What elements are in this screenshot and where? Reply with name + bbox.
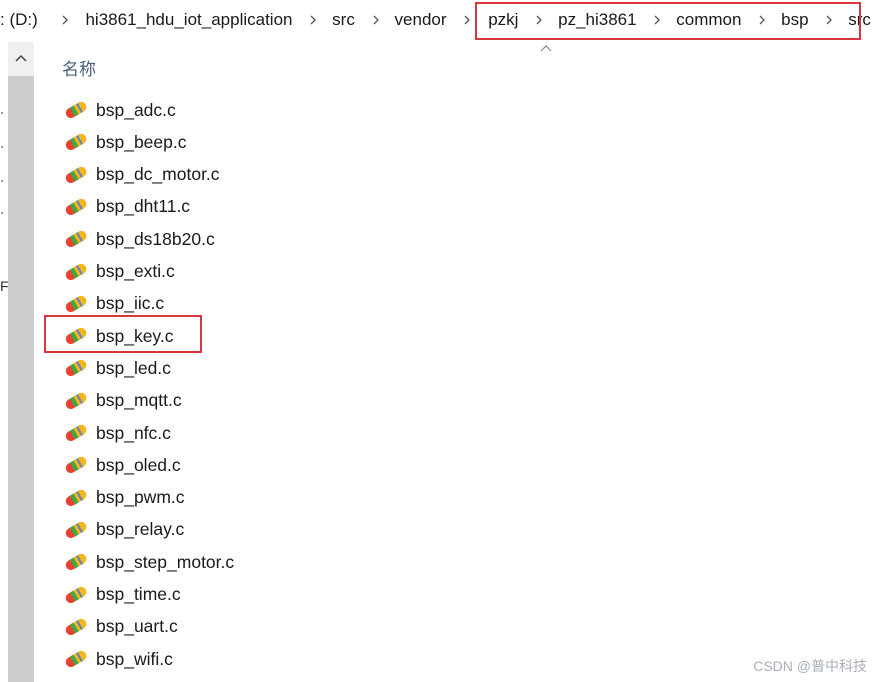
c-source-file-icon — [64, 101, 88, 119]
file-name: bsp_dc_motor.c — [96, 164, 220, 185]
sort-ascending-icon[interactable] — [540, 44, 552, 52]
c-source-file-icon — [64, 489, 88, 507]
nav-marker — [1, 112, 3, 114]
nav-marker — [1, 212, 3, 214]
chevron-right-icon[interactable] — [54, 15, 76, 25]
file-name: bsp_oled.c — [96, 454, 181, 475]
c-source-file-icon — [64, 521, 88, 539]
watermark: CSDN @普中科技 — [753, 658, 867, 674]
breadcrumb-item-src-current[interactable]: src — [846, 10, 873, 30]
c-source-file-icon — [64, 133, 88, 151]
breadcrumb-item-project[interactable]: hi3861_hdu_iot_application — [83, 10, 294, 30]
file-list-item[interactable]: bsp_pwm.c — [60, 483, 185, 513]
chevron-right-icon[interactable] — [751, 15, 773, 25]
breadcrumb-item-common[interactable]: common — [674, 10, 743, 30]
breadcrumb[interactable]: : (D:) hi3861_hdu_iot_application src ve… — [0, 0, 873, 40]
file-list-item[interactable]: bsp_nfc.c — [60, 418, 171, 448]
chevron-up-icon[interactable] — [8, 42, 34, 74]
breadcrumb-item-pz-hi3861[interactable]: pz_hi3861 — [556, 10, 638, 30]
chevron-right-icon[interactable] — [365, 15, 387, 25]
file-list-item[interactable]: bsp_time.c — [60, 580, 181, 610]
breadcrumb-item-drive[interactable]: : (D:) — [0, 10, 40, 30]
file-list-item[interactable]: bsp_step_motor.c — [60, 547, 234, 577]
file-list-item[interactable]: bsp_led.c — [60, 353, 171, 383]
file-list-item[interactable]: bsp_oled.c — [60, 450, 181, 480]
file-list-item[interactable]: bsp_uart.c — [60, 612, 178, 642]
file-name: bsp_iic.c — [96, 293, 165, 314]
chevron-right-icon[interactable] — [647, 15, 669, 25]
file-name: bsp_adc.c — [96, 99, 176, 120]
file-name: bsp_uart.c — [96, 616, 178, 637]
breadcrumb-item-pzkj[interactable]: pzkj — [486, 10, 520, 30]
file-name: bsp_wifi.c — [96, 648, 173, 669]
chevron-right-icon[interactable] — [819, 15, 841, 25]
chevron-right-icon[interactable] — [302, 15, 324, 25]
c-source-file-icon — [64, 392, 88, 410]
file-name: bsp_relay.c — [96, 519, 185, 540]
c-source-file-icon — [64, 456, 88, 474]
file-list-item[interactable]: bsp_dc_motor.c — [60, 160, 220, 190]
file-name: bsp_step_motor.c — [96, 551, 235, 572]
c-source-file-icon — [64, 618, 88, 636]
file-name: bsp_led.c — [96, 357, 171, 378]
file-list-item[interactable]: bsp_mqtt.c — [60, 386, 182, 416]
breadcrumb-item-vendor[interactable]: vendor — [393, 10, 449, 30]
c-source-file-icon — [64, 586, 88, 604]
navigation-pane-edge: F — [0, 42, 9, 682]
file-name: bsp_nfc.c — [96, 422, 171, 443]
c-source-file-icon — [64, 230, 88, 248]
file-name: bsp_pwm.c — [96, 487, 185, 508]
file-list-item[interactable]: bsp_wifi.c — [60, 644, 173, 674]
column-header-name[interactable]: 名称 — [62, 55, 96, 80]
chevron-right-icon[interactable] — [528, 15, 550, 25]
file-name: bsp_exti.c — [96, 261, 175, 281]
file-name: bsp_ds18b20.c — [96, 228, 215, 249]
file-name: bsp_beep.c — [96, 131, 187, 152]
c-source-file-icon — [64, 327, 88, 345]
file-list-item[interactable]: bsp_iic.c — [60, 289, 164, 319]
breadcrumb-item-src[interactable]: src — [330, 10, 357, 30]
file-list-item[interactable]: bsp_exti.c — [60, 257, 175, 287]
nav-marker — [1, 180, 3, 182]
breadcrumb-item-bsp[interactable]: bsp — [779, 10, 810, 30]
c-source-file-icon — [64, 263, 88, 281]
file-name: bsp_mqtt.c — [96, 390, 182, 411]
file-list-item[interactable]: bsp_key.c — [60, 321, 174, 351]
file-list-item[interactable]: bsp_beep.c — [60, 127, 187, 157]
c-source-file-icon — [64, 359, 88, 377]
c-source-file-icon — [64, 553, 88, 571]
file-list-item[interactable]: bsp_adc.c — [60, 95, 176, 125]
file-name: bsp_key.c — [96, 325, 174, 346]
c-source-file-icon — [64, 198, 88, 216]
file-name: bsp_time.c — [96, 584, 181, 604]
nav-marker — [1, 146, 3, 148]
file-list-item[interactable]: bsp_relay.c — [60, 515, 184, 545]
file-list-item[interactable]: bsp_ds18b20.c — [60, 224, 215, 254]
file-name: bsp_dht11.c — [96, 196, 191, 217]
c-source-file-icon — [64, 295, 88, 313]
file-list-item[interactable]: bsp_dht11.c — [60, 192, 190, 222]
chevron-right-icon[interactable] — [457, 15, 479, 25]
c-source-file-icon — [64, 650, 88, 668]
file-explorer-window: : (D:) hi3861_hdu_iot_application src ve… — [0, 0, 873, 682]
c-source-file-icon — [64, 166, 88, 184]
c-source-file-icon — [64, 424, 88, 442]
vertical-scrollbar[interactable] — [8, 42, 34, 682]
scrollbar-thumb[interactable] — [8, 76, 34, 682]
